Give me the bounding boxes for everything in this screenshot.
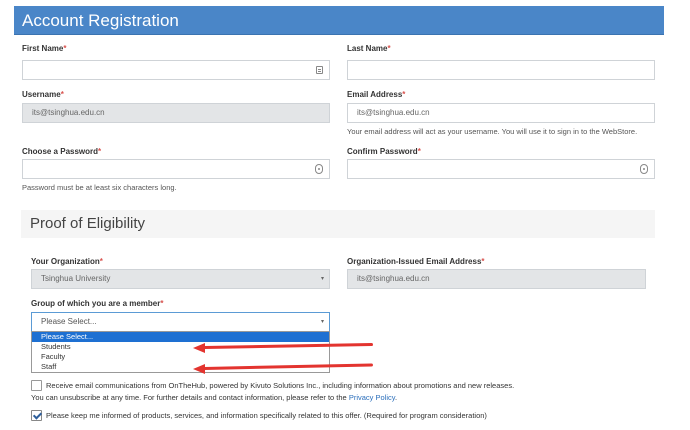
confirm-password-label: Confirm Password* [347,147,421,156]
email-help-text: Your email address will act as your user… [347,127,638,136]
section-title: Proof of Eligibility [21,210,655,238]
group-option-faculty[interactable]: Faculty [32,352,329,362]
last-name-field[interactable] [347,60,655,80]
chevron-down-icon: ▾ [320,276,324,282]
page-title: Account Registration [22,11,179,30]
password-key-icon [640,164,648,174]
receive-email-checkbox[interactable] [31,380,42,391]
password-key-icon [315,164,323,174]
organization-select: Tsinghua University ▾ [31,269,330,289]
first-name-field[interactable] [22,60,330,80]
group-select[interactable]: Please Select... ▾ [31,312,330,332]
keep-informed-checkbox[interactable] [31,410,42,421]
id-card-icon [316,66,323,74]
organization-label: Your Organization* [31,257,103,266]
email-label: Email Address* [347,90,406,99]
confirm-password-field[interactable] [347,159,655,179]
password-label: Choose a Password* [22,147,102,156]
password-field[interactable] [22,159,330,179]
first-name-label: First Name* [22,44,67,53]
group-option-please-select[interactable]: Please Select... [32,332,329,342]
receive-email-text: Receive email communications from OnTheH… [46,381,515,390]
org-email-label: Organization-Issued Email Address* [347,257,485,266]
keep-informed-text: Please keep me informed of products, ser… [46,411,487,420]
org-email-field: its@tsinghua.edu.cn [347,269,646,289]
password-help-text: Password must be at least six characters… [22,183,177,192]
username-label: Username* [22,90,64,99]
page-header: Account Registration [14,6,664,35]
username-field: its@tsinghua.edu.cn [22,103,330,123]
last-name-label: Last Name* [347,44,391,53]
email-field[interactable]: its@tsinghua.edu.cn [347,103,655,123]
group-label: Group of which you are a member* [31,299,164,308]
chevron-down-icon: ▾ [320,319,324,325]
privacy-policy-link[interactable]: Privacy Policy [349,393,395,402]
unsubscribe-text: You can unsubscribe at any time. For fur… [31,393,398,402]
